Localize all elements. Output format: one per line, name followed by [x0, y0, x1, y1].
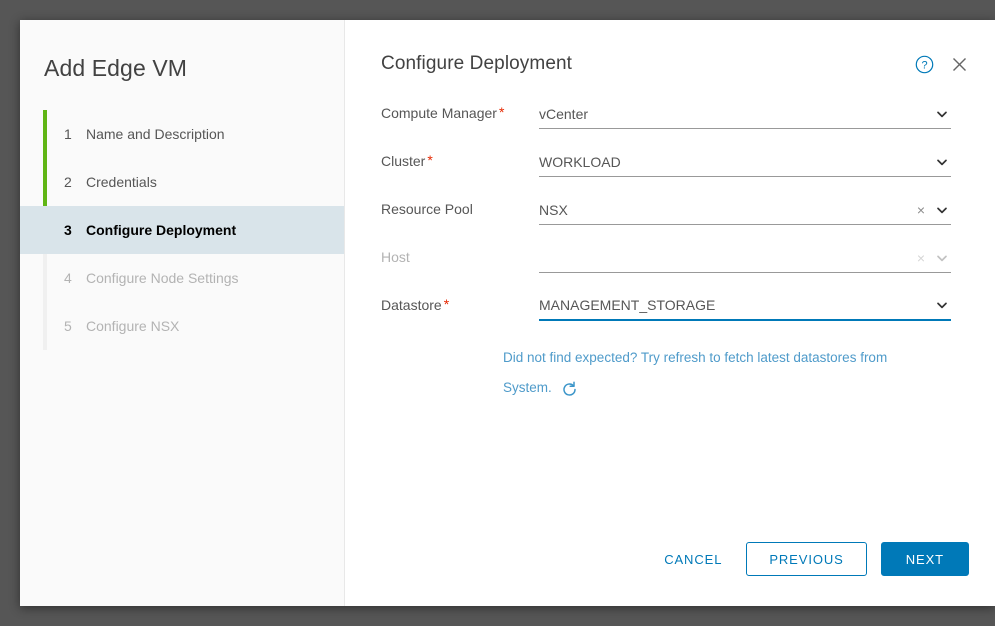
select-compute-manager[interactable]: vCenter	[539, 101, 951, 129]
form-row: Compute Manager * vCenter	[381, 101, 969, 129]
wizard-step-1[interactable]: 1 Name and Description	[20, 110, 344, 158]
field-label: Host	[381, 245, 539, 265]
form-row: Cluster * WORKLOAD	[381, 149, 969, 177]
field-label: Datastore *	[381, 293, 539, 313]
wizard-step-list: 1 Name and Description 2 Credentials 3 Config…	[20, 110, 344, 350]
form-row: Datastore * MANAGEMENT_STORAGE	[381, 293, 969, 321]
select-resource-pool[interactable]: NSX ×	[539, 197, 951, 225]
wizard-step-number: 3	[64, 222, 72, 238]
wizard-step-5: 5 Configure NSX	[20, 302, 344, 350]
datastore-hint: Did not find expected? Try refresh to fe…	[503, 341, 903, 403]
dialog-footer: CANCEL PREVIOUS NEXT	[650, 542, 969, 576]
cancel-button[interactable]: CANCEL	[650, 542, 736, 576]
field-label-text: Resource Pool	[381, 201, 473, 217]
wizard-step-number: 5	[64, 318, 72, 334]
dialog-title: Add Edge VM	[44, 55, 188, 81]
field-label: Resource Pool	[381, 197, 539, 217]
field-label-text: Datastore	[381, 297, 442, 313]
content-pane: Configure Deployment ? Compute Manager * v…	[345, 20, 995, 606]
chevron-down-icon[interactable]	[935, 107, 949, 123]
next-button[interactable]: NEXT	[880, 542, 969, 576]
field-label-text: Host	[381, 249, 410, 265]
wizard-step-number: 2	[64, 174, 72, 190]
field-value	[539, 258, 917, 260]
field-value: WORKLOAD	[539, 153, 621, 170]
required-asterisk-icon: *	[498, 104, 505, 120]
wizard-step-label: Configure Deployment	[86, 222, 237, 238]
add-edge-vm-dialog: Add Edge VM 1 Name and Description 2 Creden…	[20, 20, 995, 606]
page-title: Configure Deployment	[381, 53, 573, 74]
form-row: Host ×	[381, 245, 969, 273]
chevron-down-icon[interactable]	[935, 203, 949, 219]
panel-header: Configure Deployment ?	[345, 20, 995, 75]
previous-button[interactable]: PREVIOUS	[746, 542, 867, 576]
field-label-text: Compute Manager	[381, 105, 497, 121]
field-value: MANAGEMENT_STORAGE	[539, 297, 716, 313]
wizard-step-number: 1	[64, 126, 72, 142]
select-cluster[interactable]: WORKLOAD	[539, 149, 951, 177]
field-label: Compute Manager *	[381, 101, 539, 121]
wizard-step-2[interactable]: 2 Credentials	[20, 158, 344, 206]
select-datastore[interactable]: MANAGEMENT_STORAGE	[539, 293, 951, 321]
deployment-form: Compute Manager * vCenter Cluster * WORKLOAD R…	[345, 75, 995, 321]
wizard-step-label: Credentials	[86, 174, 157, 190]
clear-icon: ×	[916, 249, 925, 266]
clear-icon[interactable]: ×	[917, 202, 925, 220]
wizard-step-number: 4	[64, 270, 72, 286]
field-label: Cluster *	[381, 149, 539, 169]
wizard-step-label: Name and Description	[86, 126, 225, 142]
chevron-down-icon[interactable]	[935, 298, 949, 314]
refresh-icon[interactable]	[561, 381, 578, 398]
field-value: NSX	[539, 201, 568, 218]
wizard-step-label: Configure Node Settings	[86, 270, 239, 286]
close-icon[interactable]	[950, 55, 969, 74]
wizard-step-3[interactable]: 3 Configure Deployment	[20, 206, 344, 254]
wizard-step-label: Configure NSX	[86, 318, 180, 334]
svg-text:?: ?	[921, 60, 927, 72]
field-label-text: Cluster	[381, 153, 426, 169]
wizard-step-4: 4 Configure Node Settings	[20, 254, 344, 302]
chevron-down-icon[interactable]	[935, 155, 949, 171]
form-row: Resource Pool NSX ×	[381, 197, 969, 225]
required-asterisk-icon: *	[443, 296, 450, 312]
select-host: ×	[539, 245, 951, 273]
help-circle-icon[interactable]: ?	[915, 55, 934, 74]
wizard-sidebar: Add Edge VM 1 Name and Description 2 Creden…	[20, 20, 345, 606]
field-value: vCenter	[539, 105, 589, 122]
chevron-down-icon	[935, 251, 949, 267]
required-asterisk-icon: *	[427, 152, 433, 168]
